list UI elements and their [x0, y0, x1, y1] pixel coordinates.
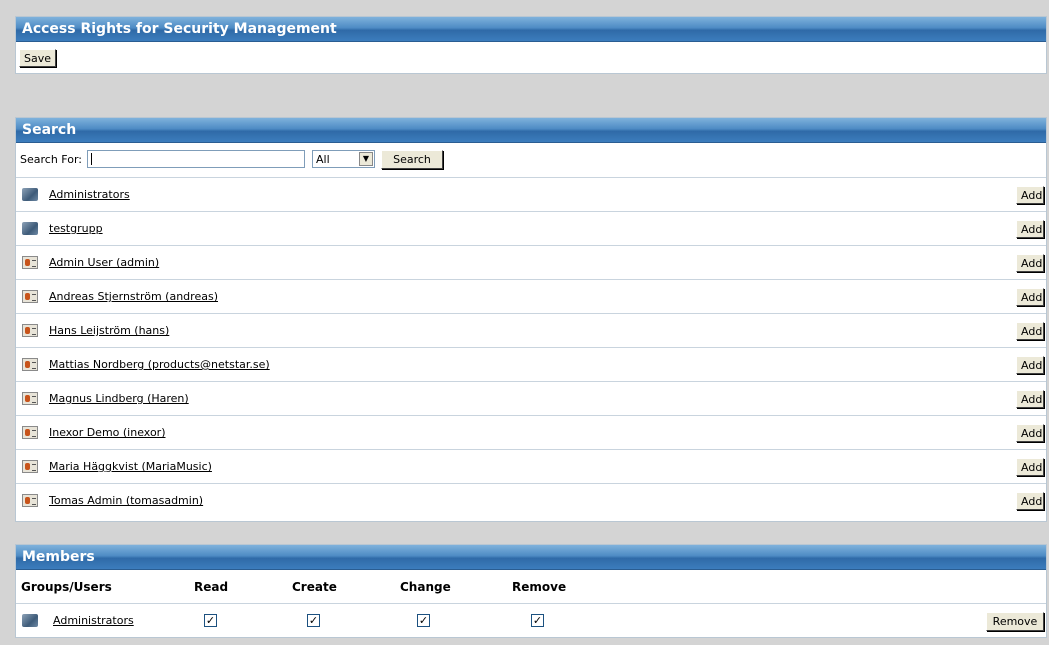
result-name-link[interactable]: Magnus Lindberg (Haren) — [49, 392, 189, 405]
result-name-link[interactable]: Administrators — [49, 188, 130, 201]
search-input[interactable] — [87, 150, 305, 168]
add-button[interactable]: Add — [1016, 458, 1044, 476]
member-name-link[interactable]: Administrators — [53, 614, 134, 627]
create-checkbox[interactable]: ✓ — [307, 614, 320, 627]
add-button[interactable]: Add — [1016, 390, 1044, 408]
add-button[interactable]: Add — [1016, 424, 1044, 442]
list-item: Inexor Demo (inexor) Add — [16, 416, 1046, 450]
user-icon — [22, 358, 38, 371]
search-for-label: Search For: — [20, 153, 82, 166]
chevron-down-icon[interactable]: ▼ — [359, 152, 373, 166]
list-item: Hans Leijström (hans) Add — [16, 314, 1046, 348]
search-button[interactable]: Search — [381, 150, 443, 169]
list-item: Andreas Stjernström (andreas) Add — [16, 280, 1046, 314]
column-read: Read — [194, 580, 229, 594]
add-button[interactable]: Add — [1016, 322, 1044, 340]
save-button[interactable]: Save — [19, 49, 57, 67]
group-icon — [22, 222, 38, 235]
add-button[interactable]: Add — [1016, 288, 1044, 306]
result-name-link[interactable]: Maria Häggkvist (MariaMusic) — [49, 460, 212, 473]
user-icon — [22, 290, 38, 303]
access-rights-panel: Access Rights for Security Management — [15, 16, 1047, 74]
column-groups-users: Groups/Users — [21, 580, 112, 594]
search-results-list: Administrators Add testgrupp Add Admin User … — [16, 178, 1046, 518]
search-bar: Search For: All ▼ Search — [16, 143, 1046, 178]
access-rights-title: Access Rights for Security Management — [16, 17, 1046, 42]
members-panel: Members Groups/Users Read Create Change … — [15, 544, 1047, 638]
search-panel: Search Search For: All ▼ Search Administ… — [15, 117, 1047, 522]
change-checkbox[interactable]: ✓ — [417, 614, 430, 627]
add-button[interactable]: Add — [1016, 254, 1044, 272]
add-button[interactable]: Add — [1016, 492, 1044, 510]
text-caret — [91, 153, 92, 165]
user-icon — [22, 392, 38, 405]
group-icon — [22, 614, 38, 627]
result-name-link[interactable]: Andreas Stjernström (andreas) — [49, 290, 218, 303]
filter-select-value: All — [316, 153, 330, 166]
remove-button[interactable]: Remove — [986, 612, 1044, 631]
add-button[interactable]: Add — [1016, 186, 1044, 204]
result-name-link[interactable]: Inexor Demo (inexor) — [49, 426, 166, 439]
read-checkbox[interactable]: ✓ — [204, 614, 217, 627]
column-remove: Remove — [512, 580, 567, 594]
remove-checkbox[interactable]: ✓ — [531, 614, 544, 627]
add-button[interactable]: Add — [1016, 356, 1044, 374]
list-item: Maria Häggkvist (MariaMusic) Add — [16, 450, 1046, 484]
member-row: Administrators ✓ ✓ ✓ ✓ Remove — [16, 604, 1046, 638]
group-icon — [22, 188, 38, 201]
search-title: Search — [16, 118, 1046, 143]
filter-select[interactable]: All ▼ — [312, 150, 375, 168]
user-icon — [22, 460, 38, 473]
result-name-link[interactable]: Tomas Admin (tomasadmin) — [49, 494, 203, 507]
column-change: Change — [400, 580, 451, 594]
list-item: Mattias Nordberg (products@netstar.se) Ad… — [16, 348, 1046, 382]
list-item: Administrators Add — [16, 178, 1046, 212]
column-create: Create — [292, 580, 337, 594]
user-icon — [22, 324, 38, 337]
result-name-link[interactable]: Hans Leijström (hans) — [49, 324, 169, 337]
user-icon — [22, 494, 38, 507]
list-item: Tomas Admin (tomasadmin) Add — [16, 484, 1046, 518]
user-icon — [22, 256, 38, 269]
members-title: Members — [16, 545, 1046, 570]
result-name-link[interactable]: testgrupp — [49, 222, 103, 235]
result-name-link[interactable]: Mattias Nordberg (products@netstar.se) — [49, 358, 270, 371]
list-item: testgrupp Add — [16, 212, 1046, 246]
members-column-headers: Groups/Users Read Create Change Remove — [16, 570, 1046, 604]
add-button[interactable]: Add — [1016, 220, 1044, 238]
list-item: Admin User (admin) Add — [16, 246, 1046, 280]
user-icon — [22, 426, 38, 439]
result-name-link[interactable]: Admin User (admin) — [49, 256, 159, 269]
list-item: Magnus Lindberg (Haren) Add — [16, 382, 1046, 416]
